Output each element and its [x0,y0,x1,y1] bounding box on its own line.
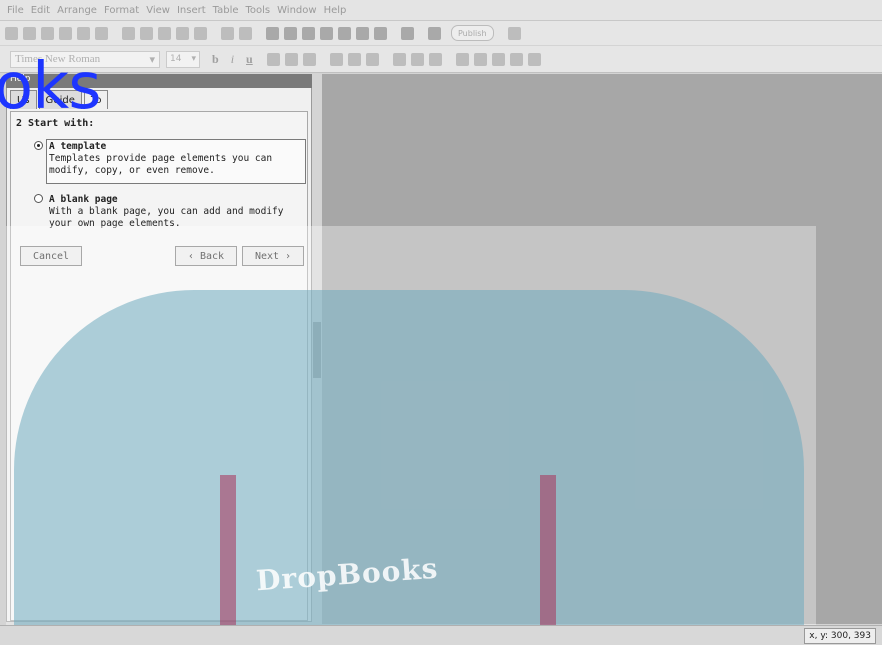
menu-help[interactable]: Help [324,5,347,16]
font-size-select[interactable]: 14 ▾ [166,50,200,68]
cut-icon[interactable] [140,26,153,40]
font-size-value: 14 [170,54,182,64]
navbar-icon[interactable] [338,26,351,40]
template-option-desc: Templates provide page elements you can … [49,153,273,176]
bold-button[interactable]: b [212,52,219,67]
preview-icon[interactable] [95,26,108,40]
text-color-icon[interactable] [266,52,280,66]
menu-table[interactable]: Table [213,5,239,16]
open-icon[interactable] [23,26,36,40]
blank-page-radio[interactable] [34,194,43,203]
menu-arrange[interactable]: Arrange [57,5,97,16]
menu-window[interactable]: Window [277,5,316,16]
list-style-icon[interactable] [491,52,505,66]
book-spine-right [540,475,556,625]
chevron-down-icon: ▾ [149,53,155,66]
template-option[interactable]: A template Templates provide page elemen… [49,141,304,177]
publish-label: Publish [458,28,487,38]
indent-icon[interactable] [527,52,541,66]
valign-top-icon[interactable] [392,52,406,66]
save-icon[interactable] [77,26,90,40]
italic-button[interactable]: i [231,52,234,67]
mail-icon[interactable] [59,26,72,40]
valign-bottom-icon[interactable] [428,52,442,66]
home-icon[interactable] [507,26,521,40]
underline-button[interactable]: u [246,52,253,67]
outdent-icon[interactable] [509,52,523,66]
menu-format[interactable]: Format [104,5,139,16]
table-icon[interactable] [302,26,315,40]
redo-icon[interactable] [239,26,252,40]
menu-tools[interactable]: Tools [246,5,271,16]
menu-insert[interactable]: Insert [177,5,206,16]
highlight-icon[interactable] [284,52,298,66]
layout-icon[interactable] [356,26,369,40]
menu-file[interactable]: File [7,5,24,16]
globe-icon[interactable] [401,26,414,40]
blank-page-option-title: A blank page [49,194,118,205]
menu-view[interactable]: View [146,5,170,16]
format-toolbar: Times New Roman ▾ 14 ▾ b i u [0,46,882,73]
template-radio[interactable] [34,141,43,150]
valign-middle-icon[interactable] [410,52,424,66]
publish-button[interactable]: Publish [451,25,494,41]
bullet-list-icon[interactable] [455,52,469,66]
chevron-down-icon: ▾ [191,54,196,64]
site-icon[interactable] [41,26,54,40]
align-right-icon[interactable] [365,52,379,66]
delete-icon[interactable] [194,26,207,40]
form-icon[interactable] [320,26,333,40]
format-painter-icon[interactable] [122,26,135,40]
new-icon[interactable] [5,26,18,40]
status-bar [0,625,882,645]
align-left-icon[interactable] [329,52,343,66]
menu-bar: File Edit Arrange Format View Insert Tab… [0,0,882,21]
cursor-coordinates: x, y: 300, 393 [804,628,876,644]
blank-page-option[interactable]: A blank page With a blank page, you can … [49,194,304,230]
menu-edit[interactable]: Edit [31,5,50,16]
image-icon[interactable] [284,26,297,40]
grid-icon[interactable] [428,26,441,40]
paste-icon[interactable] [176,26,189,40]
numbered-list-icon[interactable] [473,52,487,66]
copy-icon[interactable] [158,26,171,40]
text-box-icon[interactable] [266,26,279,40]
undo-icon[interactable] [221,26,234,40]
overlay-text: oks [0,50,102,124]
clear-format-icon[interactable] [302,52,316,66]
align-center-icon[interactable] [347,52,361,66]
main-toolbar: Publish [0,21,882,45]
media-icon[interactable] [374,26,387,40]
template-option-title: A template [49,141,107,152]
book-spine-left [220,475,236,625]
